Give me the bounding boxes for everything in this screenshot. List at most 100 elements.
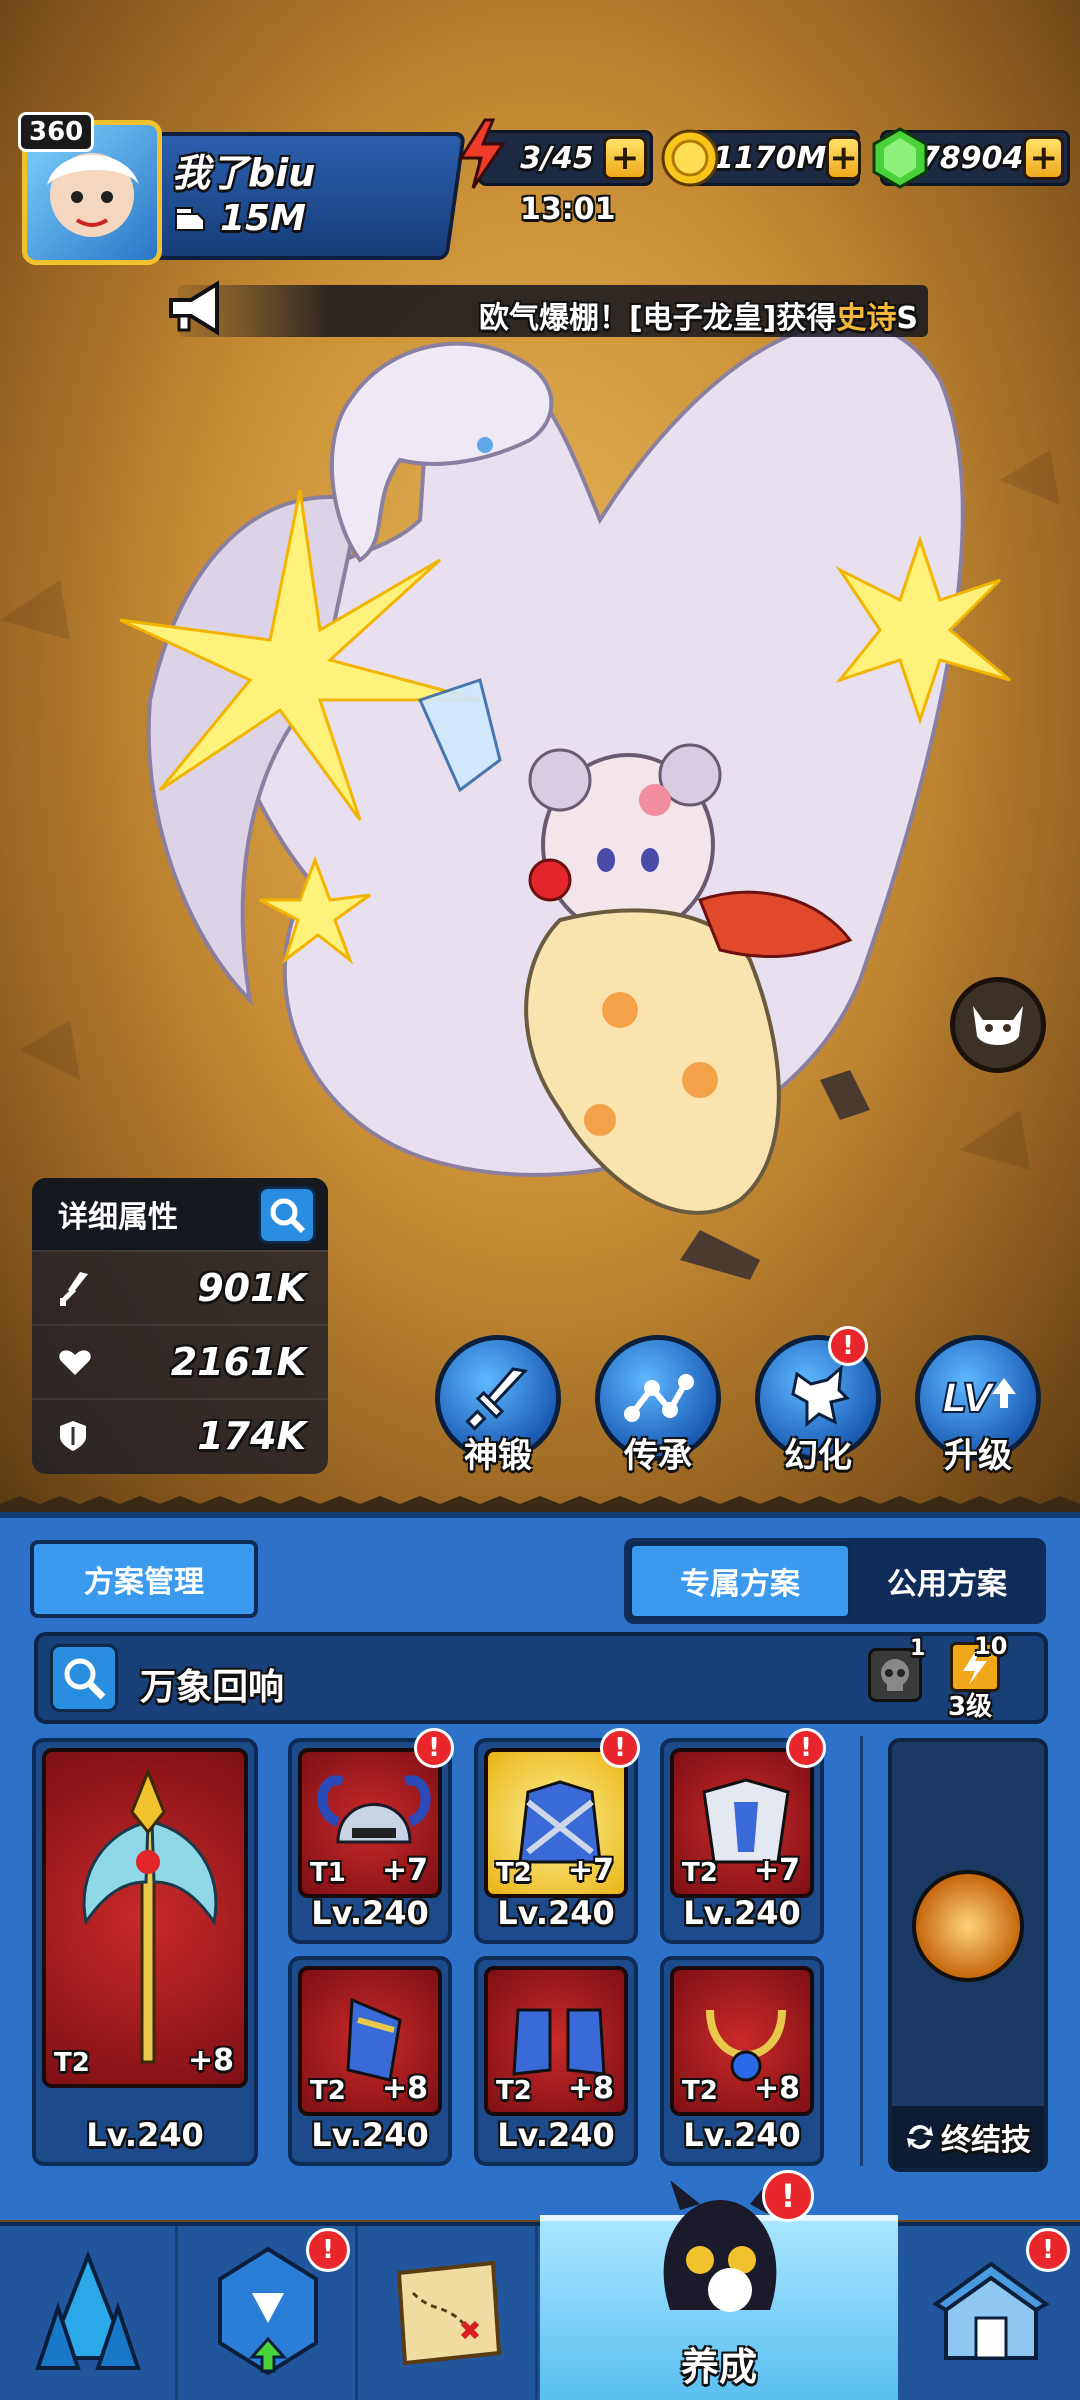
- player-profile[interactable]: 360 我了biu 15M: [18, 112, 466, 265]
- power-fist-icon: [172, 204, 206, 234]
- boots-image: T2 +8: [484, 1966, 628, 2116]
- equip-slot-helmet[interactable]: T1 +7 Lv.240: [288, 1738, 452, 1944]
- nav-growth-alert-badge: !: [762, 2170, 814, 2222]
- player-power-value: 15M: [220, 198, 306, 239]
- set-search-bar[interactable]: 万象回响 1 10 3级: [34, 1632, 1048, 1724]
- necklace-tier: T2: [682, 2076, 718, 2106]
- shield-icon: [58, 1419, 88, 1453]
- weapon-level: Lv.240: [86, 2116, 204, 2154]
- level-up-icon: LV: [941, 1375, 1016, 1423]
- broadcast-text-highlight: 史诗: [836, 301, 897, 336]
- necklace-plus: +8: [753, 2071, 800, 2106]
- necklace-image: T2 +8: [670, 1966, 814, 2116]
- stats-detail-button[interactable]: [258, 1186, 316, 1244]
- player-name: 我了biu: [172, 151, 316, 195]
- crystal-tower-icon: [34, 2250, 141, 2370]
- boots-level: Lv.240: [497, 2116, 615, 2154]
- lightning-icon: [455, 118, 509, 190]
- helmet-alert-badge: !: [414, 1728, 454, 1768]
- ultimate-label: 终结技: [892, 2106, 1044, 2168]
- nav-growth-label: 养成: [680, 2345, 757, 2389]
- equip-slot-boots[interactable]: T2 +8 Lv.240: [474, 1956, 638, 2166]
- armor-tier: T2: [496, 1858, 532, 1888]
- nodes-icon: [624, 1374, 694, 1422]
- transform-label: 幻化: [784, 1436, 852, 1476]
- boots-tier: T2: [496, 2076, 532, 2106]
- svg-text:LV: LV: [942, 1376, 996, 1422]
- shoulder-alert-badge: !: [786, 1728, 826, 1768]
- set-name: 万象回响: [140, 1667, 285, 1708]
- helmet-plus: +7: [381, 1853, 428, 1888]
- tab-exclusive-plan[interactable]: 专属方案: [628, 1542, 852, 1620]
- gauntlet-plus: +8: [381, 2071, 428, 2106]
- nav-upgrade-alert-badge: !: [306, 2228, 350, 2272]
- broadcast-bar[interactable]: 欧气爆棚！[电子龙皇]获得史诗S: [178, 285, 928, 337]
- sword-icon: [465, 1367, 529, 1431]
- broadcast-text-tail: S: [896, 301, 918, 336]
- weapon-image: T2 +8: [42, 1748, 248, 2088]
- equip-slot-shoulder[interactable]: T2 +7 Lv.240: [660, 1738, 824, 1944]
- forge-label: 神锻: [464, 1436, 532, 1476]
- stat-defense-value: 174K: [197, 1414, 306, 1458]
- stat-hp-value: 2161K: [170, 1340, 306, 1384]
- divider: [860, 1736, 863, 2166]
- skin-swap-button[interactable]: [950, 977, 1046, 1073]
- tab-public-label: 公用方案: [887, 1567, 1007, 1602]
- book-count: 10: [974, 1632, 1008, 1660]
- weapon-card[interactable]: T2 +8 Lv.240: [32, 1738, 258, 2166]
- inherit-label: 传承: [624, 1436, 692, 1476]
- equip-slot-armor[interactable]: T2 +7 Lv.240: [474, 1738, 638, 1944]
- magnifier-icon: [270, 1198, 306, 1234]
- broadcast-text-main: 欧气爆棚！[电子龙皇]获得: [478, 301, 837, 336]
- equip-slot-gauntlet[interactable]: T2 +8 Lv.240: [288, 1956, 452, 2166]
- gem-icon: [868, 126, 932, 190]
- stats-panel: 详细属性 901K 2161K 174K: [32, 1178, 328, 1474]
- axe-icon: [82, 1767, 218, 2064]
- weapon-plus: +8: [187, 2043, 234, 2078]
- helmet-image: T1 +7: [298, 1748, 442, 1898]
- transform-alert-badge: !: [828, 1326, 868, 1366]
- tab-public-plan[interactable]: 公用方案: [852, 1542, 1042, 1620]
- search-icon[interactable]: [50, 1644, 118, 1712]
- nav-item-battle[interactable]: [0, 2226, 178, 2400]
- stat-hp: 2161K: [32, 1324, 328, 1398]
- boots-plus: +8: [567, 2071, 614, 2106]
- necklace-level: Lv.240: [683, 2116, 801, 2154]
- armor-level: Lv.240: [497, 1894, 615, 1932]
- upgrade-label: 升级: [944, 1436, 1012, 1476]
- player-power: 15M: [172, 198, 306, 239]
- armor-image: T2 +7: [484, 1748, 628, 1898]
- gauntlet-tier: T2: [310, 2076, 346, 2106]
- gold-add-button[interactable]: +: [826, 136, 861, 180]
- shoulder-image: T2 +7: [670, 1748, 814, 1898]
- treasure-map-icon: [396, 2260, 501, 2366]
- helmet-level: Lv.240: [311, 1894, 429, 1932]
- plan-manage-button[interactable]: 方案管理: [30, 1540, 258, 1618]
- megaphone-icon: [165, 278, 231, 338]
- swap-icon: [905, 2122, 935, 2152]
- rune-crystal-icon: [217, 2246, 318, 2376]
- player-level: 360: [18, 112, 95, 152]
- armor-plus: +7: [567, 1853, 614, 1888]
- nav-shop-alert-badge: !: [1026, 2228, 1070, 2272]
- ultimate-skill-card[interactable]: 终结技: [888, 1738, 1048, 2172]
- sword-icon: [58, 1270, 90, 1306]
- plan-manage-label: 方案管理: [84, 1565, 204, 1600]
- book-level: 3级: [948, 1692, 993, 1722]
- stat-attack-value: 901K: [197, 1266, 306, 1310]
- shoulder-tier: T2: [682, 1858, 718, 1888]
- energy-add-button[interactable]: +: [603, 136, 647, 180]
- energy-timer: 13:01: [520, 192, 616, 227]
- weapon-tier: T2: [54, 2048, 90, 2078]
- equip-slot-necklace[interactable]: T2 +8 Lv.240: [660, 1956, 824, 2166]
- stats-title-text: 详细属性: [58, 1200, 178, 1235]
- nav-item-map[interactable]: [360, 2226, 538, 2400]
- gauntlet-image: T2 +8: [298, 1966, 442, 2116]
- demon-face-icon: [973, 1006, 1023, 1045]
- shoulder-level: Lv.240: [683, 1894, 801, 1932]
- heart-icon: [58, 1347, 92, 1377]
- gem-add-button[interactable]: +: [1023, 136, 1064, 180]
- dragon-head-icon: [791, 1364, 850, 1428]
- helmet-tier: T1: [310, 1858, 346, 1888]
- stat-attack: 901K: [32, 1250, 328, 1324]
